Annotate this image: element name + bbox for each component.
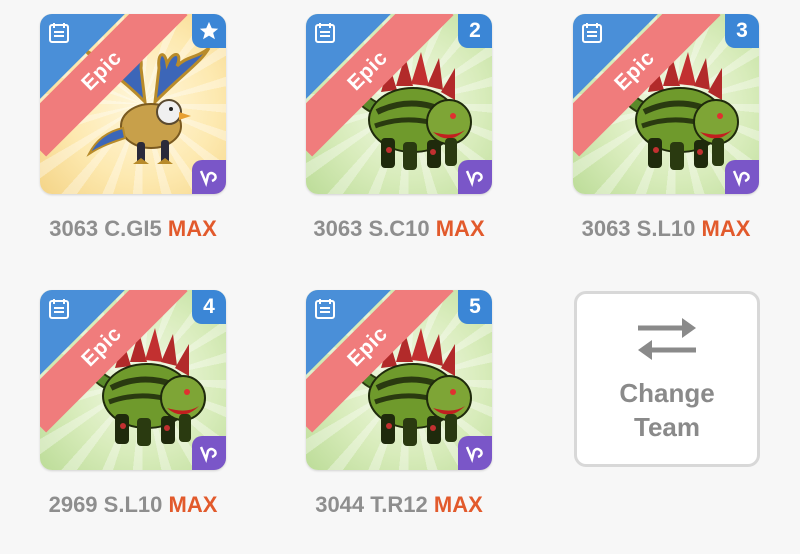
monster-card[interactable]: Epic 4 — [40, 290, 226, 470]
class-badge — [458, 436, 492, 470]
class-glyph-icon — [465, 170, 483, 187]
slot-number-badge: 3 — [725, 14, 759, 48]
class-glyph-icon — [199, 170, 217, 187]
slot-number-badge: 4 — [192, 290, 226, 324]
calendar-icon — [315, 23, 335, 43]
monster-card[interactable]: Epic 5 — [306, 290, 492, 470]
class-badge — [458, 160, 492, 194]
slot-number-badge: 2 — [458, 14, 492, 48]
monster-name: S.C10 — [368, 216, 430, 241]
change-team-label-line2: Team — [634, 412, 700, 442]
change-team-label-line1: Change — [619, 378, 715, 408]
monster-caption: 3063 C.GI5 MAX — [40, 216, 226, 242]
monster-level: 3063 — [313, 216, 363, 241]
team-slot-1[interactable]: Epic 3063 C.GI5 MAX — [40, 14, 226, 242]
class-glyph-icon — [465, 446, 483, 463]
slot-number-badge: 5 — [458, 290, 492, 324]
max-label: MAX — [701, 216, 751, 241]
change-team-button[interactable]: Change Team — [574, 291, 760, 467]
monster-level: 3063 — [581, 216, 631, 241]
monster-caption: 3063 S.L10 MAX — [573, 216, 759, 242]
max-label: MAX — [435, 216, 485, 241]
monster-level: 3044 — [315, 492, 365, 517]
monster-level: 2969 — [48, 492, 98, 517]
change-team-label: Change Team — [619, 376, 714, 444]
max-label: MAX — [167, 216, 217, 241]
class-badge — [192, 160, 226, 194]
monster-name: C.GI5 — [104, 216, 162, 241]
team-slot-2[interactable]: Epic 2 3063 S.C10 MAX — [306, 14, 492, 242]
calendar-icon — [315, 299, 335, 319]
monster-name: S.L10 — [636, 216, 696, 241]
monster-card[interactable]: Epic 2 — [306, 14, 492, 194]
star-icon — [199, 21, 219, 40]
monster-caption: 3044 T.R12 MAX — [306, 492, 492, 518]
class-badge — [192, 436, 226, 470]
class-glyph-icon — [199, 446, 217, 463]
team-slot-5[interactable]: Epic 5 3044 T.R12 MAX — [306, 290, 492, 518]
class-badge — [725, 160, 759, 194]
monster-name: S.L10 — [103, 492, 163, 517]
max-label: MAX — [168, 492, 218, 517]
monster-card[interactable]: Epic 3 — [573, 14, 759, 194]
team-slot-3[interactable]: Epic 3 3063 S.L10 MAX — [573, 14, 759, 242]
monster-card[interactable]: Epic — [40, 14, 226, 194]
leader-badge — [192, 14, 226, 48]
monster-caption: 2969 S.L10 MAX — [40, 492, 226, 518]
class-glyph-icon — [732, 170, 750, 187]
monster-level: 3063 — [49, 216, 99, 241]
monster-name: T.R12 — [370, 492, 428, 517]
calendar-icon — [582, 23, 602, 43]
monster-caption: 3063 S.C10 MAX — [306, 216, 492, 242]
calendar-icon — [49, 299, 69, 319]
swap-arrows-icon — [638, 318, 696, 360]
team-slot-4[interactable]: Epic 4 2969 S.L10 MAX — [40, 290, 226, 518]
max-label: MAX — [433, 492, 483, 517]
calendar-icon — [49, 23, 69, 43]
